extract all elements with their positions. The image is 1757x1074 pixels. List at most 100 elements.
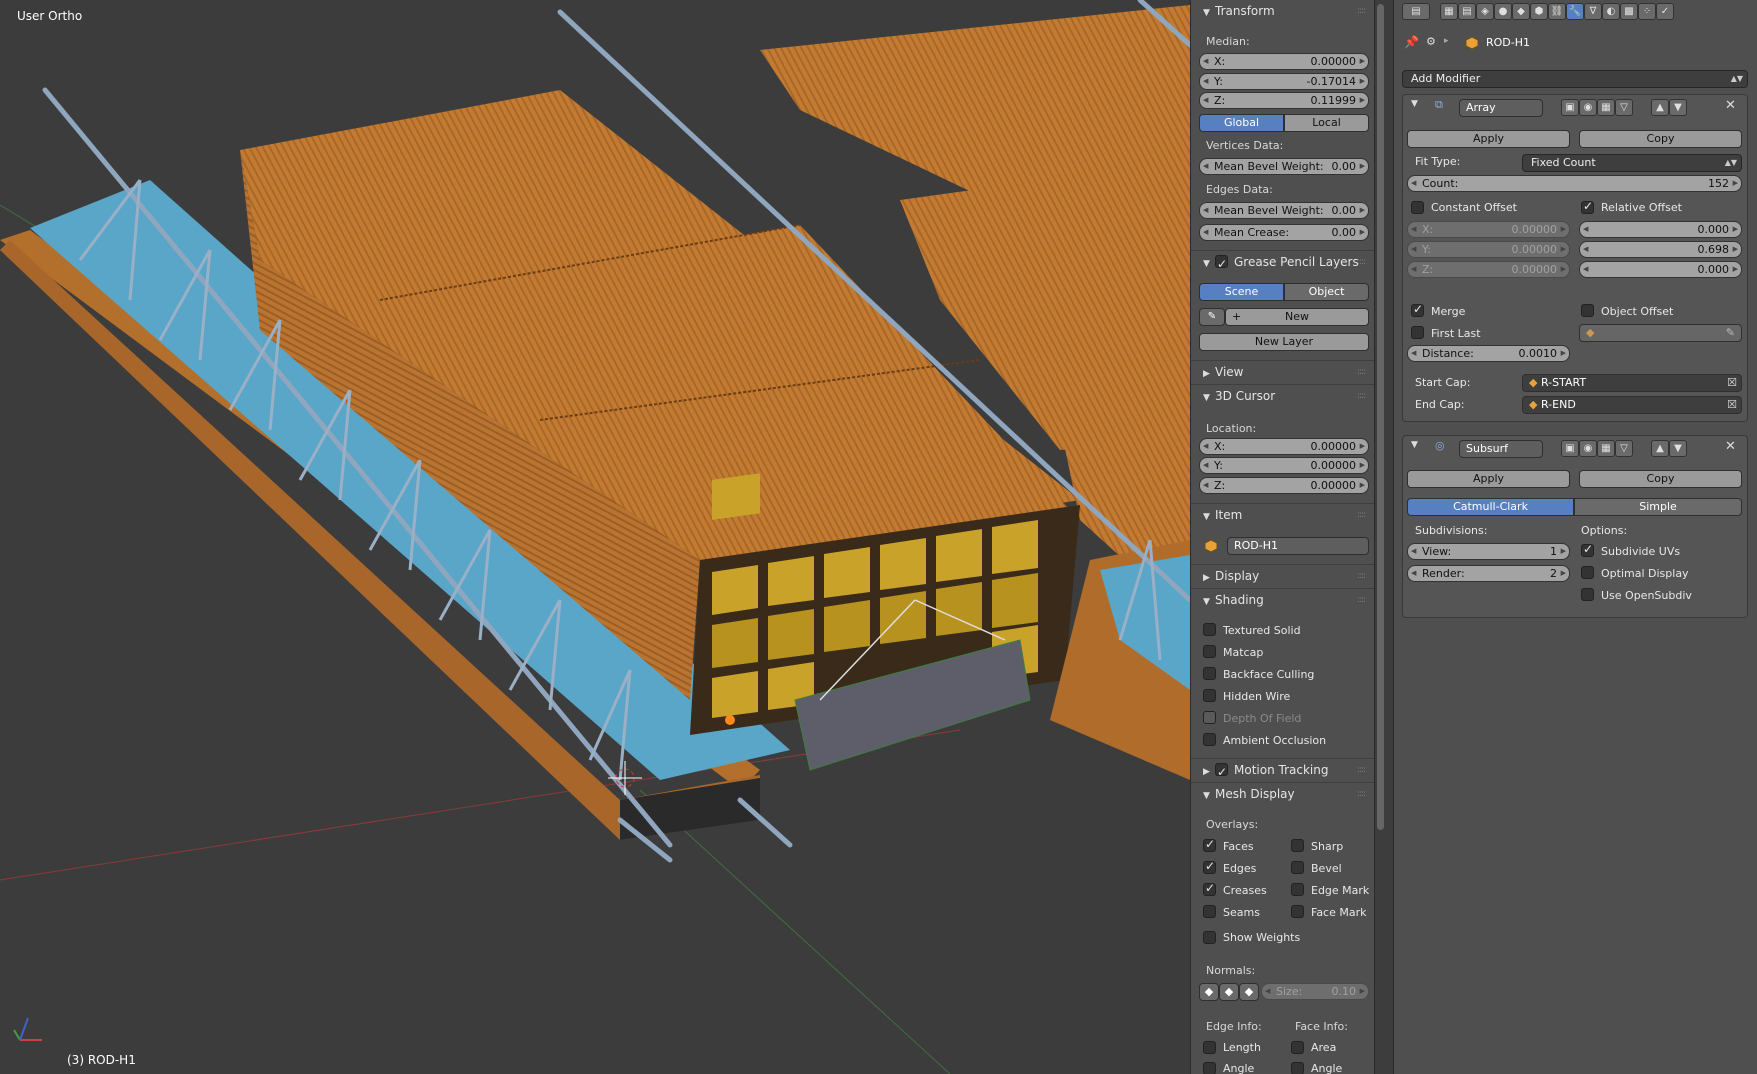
texture-icon[interactable]: ▩ [1620, 3, 1638, 20]
physics-icon[interactable]: ✓ [1656, 3, 1674, 20]
subsurf-apply-button[interactable]: Apply [1407, 470, 1570, 488]
fit-type-dropdown[interactable]: Fixed Count ▲▼ [1522, 154, 1742, 172]
close-icon[interactable]: ✕ [1725, 439, 1736, 454]
cursor-z-field[interactable]: ◀ Z: 0.00000 ▶ [1199, 477, 1369, 494]
constraints-icon[interactable]: ⛓ [1548, 3, 1566, 20]
median-x-field[interactable]: ◀ X: 0.00000 ▶ [1199, 53, 1369, 70]
move-up-icon[interactable]: ▲ [1651, 440, 1669, 457]
subsurf-render-field[interactable]: ◀ Render: 2 ▶ [1407, 565, 1570, 582]
array-apply-button[interactable]: Apply [1407, 130, 1570, 148]
render-layers-icon[interactable]: ▤ [1458, 3, 1476, 20]
shading-option-checkbox[interactable] [1203, 733, 1216, 746]
overlay-option-checkbox[interactable] [1203, 905, 1216, 918]
overlay-option-checkbox[interactable] [1291, 905, 1304, 918]
edge-bevel-weight-field[interactable]: ◀ Mean Bevel Weight: 0.00 ▶ [1199, 202, 1369, 219]
overlay-option-checkbox[interactable] [1291, 883, 1304, 896]
pencil-icon[interactable]: ✎ [1199, 308, 1225, 326]
scene-icon[interactable]: ◈ [1476, 3, 1494, 20]
first-last-checkbox[interactable] [1411, 326, 1424, 339]
subsurf-view-field[interactable]: ◀ View: 1 ▶ [1407, 543, 1570, 560]
new-layer-button[interactable]: New Layer [1199, 333, 1369, 351]
viewport-toggle-icon[interactable]: ◉ [1579, 440, 1597, 457]
relative-offset-z-field[interactable]: ◀ 0.000 ▶ [1579, 261, 1742, 278]
global-toggle[interactable]: Global [1199, 114, 1284, 132]
modifiers-icon[interactable]: 🔧 [1566, 3, 1584, 20]
subsurf-name-field[interactable]: Subsurf [1459, 440, 1543, 458]
move-up-icon[interactable]: ▲ [1651, 99, 1669, 116]
close-icon[interactable]: ✕ [1725, 98, 1736, 113]
move-down-icon[interactable]: ▼ [1669, 440, 1687, 457]
constant-offset-y-field[interactable]: ◀ Y: 0.00000 ▶ [1407, 241, 1570, 258]
cage-toggle-icon[interactable]: ▽ [1615, 99, 1633, 116]
vertex-bevel-weight-field[interactable]: ◀ Mean Bevel Weight: 0.00 ▶ [1199, 158, 1369, 175]
clear-icon[interactable]: ☒ [1727, 397, 1737, 413]
mean-crease-field[interactable]: ◀ Mean Crease: 0.00 ▶ [1199, 224, 1369, 241]
overlay-option-checkbox[interactable] [1291, 861, 1304, 874]
3d-viewport[interactable]: User Ortho (3) ROD-H1 [0, 0, 1190, 1074]
panel-header-motion-tracking[interactable]: ▶Motion Tracking:::: [1191, 759, 1374, 783]
use-opensubdiv-checkbox[interactable] [1581, 588, 1594, 601]
new-grease-button[interactable]: + New [1225, 308, 1369, 326]
object-data-icon[interactable]: ⬢ [1530, 3, 1548, 20]
array-count-field[interactable]: ◀ Count: 152 ▶ [1407, 175, 1742, 192]
add-modifier-dropdown[interactable]: Add Modifier ▲▼ [1402, 70, 1748, 88]
offset-object-field[interactable]: ◆ ✎ [1579, 324, 1742, 342]
clear-icon[interactable]: ☒ [1727, 375, 1737, 391]
constant-offset-z-field[interactable]: ◀ Z: 0.00000 ▶ [1407, 261, 1570, 278]
array-name-field[interactable]: Array [1459, 99, 1543, 117]
shading-option-checkbox[interactable] [1203, 689, 1216, 702]
catmull-clark-toggle[interactable]: Catmull-Clark [1407, 498, 1574, 516]
array-copy-button[interactable]: Copy [1579, 130, 1742, 148]
subsurf-copy-button[interactable]: Copy [1579, 470, 1742, 488]
edge-angle-checkbox[interactable] [1203, 1062, 1216, 1074]
relative-offset-y-field[interactable]: ◀ 0.698 ▶ [1579, 241, 1742, 258]
grease-object-toggle[interactable]: Object [1284, 283, 1369, 301]
move-down-icon[interactable]: ▼ [1669, 99, 1687, 116]
overlay-option-checkbox[interactable] [1203, 859, 1216, 874]
material-icon[interactable]: ◐ [1602, 3, 1620, 20]
object-offset-checkbox[interactable] [1581, 304, 1594, 317]
optimal-display-checkbox[interactable] [1581, 566, 1594, 579]
cursor-y-field[interactable]: ◀ Y: 0.00000 ▶ [1199, 457, 1369, 474]
start-cap-field[interactable]: ◆ R-START ☒ [1522, 374, 1742, 392]
collapse-arrow-icon[interactable]: ▼ [1411, 440, 1418, 450]
grease-scene-toggle[interactable]: Scene [1199, 283, 1284, 301]
merge-checkbox[interactable] [1411, 302, 1424, 317]
relative-offset-checkbox[interactable] [1581, 199, 1594, 214]
panel-header-display[interactable]: ▶ Display:::: [1191, 565, 1374, 587]
relative-offset-x-field[interactable]: ◀ 0.000 ▶ [1579, 221, 1742, 238]
subdivide-uvs-checkbox[interactable] [1581, 542, 1594, 557]
simple-toggle[interactable]: Simple [1574, 498, 1742, 516]
shading-option-checkbox[interactable] [1203, 667, 1216, 680]
shading-option-checkbox[interactable] [1203, 623, 1216, 636]
panel-header-shading[interactable]: ▼ Shading:::: [1191, 589, 1374, 611]
end-cap-field[interactable]: ◆ R-END ☒ [1522, 396, 1742, 414]
shading-option-checkbox[interactable] [1203, 711, 1216, 724]
normals-size-field[interactable]: ◀ Size: 0.10 ▶ [1261, 983, 1369, 1000]
overlay-option-checkbox[interactable] [1291, 839, 1304, 852]
median-y-field[interactable]: ◀ Y: -0.17014 ▶ [1199, 73, 1369, 90]
panel-header-mesh-display[interactable]: ▼ Mesh Display:::: [1191, 783, 1374, 805]
panel-header-item[interactable]: ▼ Item:::: [1191, 504, 1374, 526]
cursor-x-field[interactable]: ◀ X: 0.00000 ▶ [1199, 438, 1369, 455]
panel-header-view[interactable]: ▶ View:::: [1191, 361, 1374, 383]
panel-header-transform[interactable]: ▼ Transform:::: [1191, 0, 1374, 22]
editor-type-icon[interactable]: ▤ [1402, 3, 1430, 20]
editmode-toggle-icon[interactable]: ▦ [1597, 440, 1615, 457]
median-z-field[interactable]: ◀ Z: 0.11999 ▶ [1199, 92, 1369, 109]
eyedropper-icon[interactable]: ✎ [1726, 325, 1735, 341]
panel-header-3d-cursor[interactable]: ▼ 3D Cursor:::: [1191, 385, 1374, 407]
grease-pencil-enable-checkbox[interactable] [1215, 253, 1228, 275]
panel-header-grease-pencil[interactable]: ▼Grease Pencil Layers:::: [1191, 251, 1374, 275]
viewport-toggle-icon[interactable]: ◉ [1579, 99, 1597, 116]
render-icon[interactable]: ▦ [1440, 3, 1458, 20]
overlay-option-checkbox[interactable] [1203, 881, 1216, 896]
editmode-toggle-icon[interactable]: ▦ [1597, 99, 1615, 116]
shading-option-checkbox[interactable] [1203, 645, 1216, 658]
collapse-arrow-icon[interactable]: ▼ [1411, 99, 1418, 109]
pin-icon[interactable]: 📌 [1404, 35, 1419, 49]
world-icon[interactable]: ● [1494, 3, 1512, 20]
motion-tracking-checkbox[interactable] [1215, 761, 1228, 783]
split-normal-icon[interactable]: ◆ [1219, 983, 1239, 1001]
data-icon[interactable]: ∇ [1584, 3, 1602, 20]
